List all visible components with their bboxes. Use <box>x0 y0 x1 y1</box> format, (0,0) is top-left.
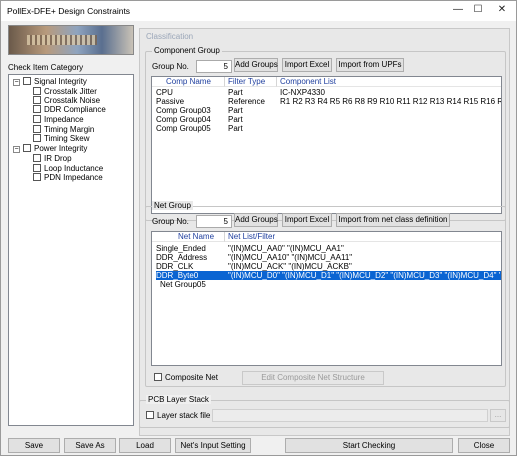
checkbox[interactable] <box>33 125 41 133</box>
pcb-layer-stack-box: PCB Layer Stack Layer stack file ... <box>139 395 510 428</box>
net-row-2-name[interactable]: DDR_CLK <box>156 262 224 271</box>
composite-net-checkbox[interactable] <box>154 373 162 381</box>
comp-group-no-label: Group No. <box>152 62 189 71</box>
browse-layer-stack-button[interactable]: ... <box>490 409 506 422</box>
net-import-class-definition-button[interactable]: Import from net class definition <box>336 213 450 227</box>
net-row-0-name[interactable]: Single_Ended <box>156 244 224 253</box>
window-title: PollEx-DFE+ Design Constraints <box>7 6 131 16</box>
comp-row-3-filter[interactable]: Part <box>228 115 276 124</box>
checkbox[interactable] <box>23 144 31 152</box>
comp-row-2-name[interactable]: Comp Group03 <box>156 106 222 115</box>
layer-stack-checkbox-row[interactable]: Layer stack file <box>146 411 210 421</box>
close-window-icon[interactable]: ✕ <box>495 4 509 15</box>
save-as-button[interactable]: Save As <box>64 438 116 453</box>
col-comp-name[interactable]: Comp Name <box>152 77 225 87</box>
tree-node-power-integrity[interactable]: − Power Integrity <box>13 144 87 154</box>
collapse-icon[interactable]: − <box>13 79 20 86</box>
close-button[interactable]: Close <box>458 438 510 453</box>
check-item-category-label: Check Item Category <box>8 63 84 72</box>
net-import-excel-button[interactable]: Import Excel <box>282 213 332 227</box>
minimize-icon[interactable]: — <box>451 4 465 15</box>
comp-row-0-list[interactable]: IC-NXP4330 <box>280 88 501 97</box>
comp-row-1-filter[interactable]: Reference <box>228 97 276 106</box>
checkbox[interactable] <box>33 173 41 181</box>
checkbox[interactable] <box>33 87 41 95</box>
comp-import-excel-button[interactable]: Import Excel <box>282 58 332 72</box>
checkbox[interactable] <box>23 77 31 85</box>
comp-row-4-name[interactable]: Comp Group05 <box>156 124 222 133</box>
component-table[interactable]: Comp Name Filter Type Component List CPU… <box>151 76 502 214</box>
composite-net-checkbox-row[interactable]: Composite Net <box>154 373 218 383</box>
net-add-groups-button[interactable]: Add Groups <box>234 213 278 227</box>
net-table[interactable]: Net Name Net List/Filter Single_Ended "(… <box>151 231 502 366</box>
checkbox[interactable] <box>33 134 41 142</box>
layer-stack-file-input[interactable] <box>212 409 488 422</box>
checkbox[interactable] <box>33 154 41 162</box>
checkbox[interactable] <box>33 164 41 172</box>
net-group-box: Net Group Group No. 5 Add Groups Import … <box>145 201 506 387</box>
comp-row-0-filter[interactable]: Part <box>228 88 276 97</box>
net-row-4-name[interactable]: Net Group05 <box>160 280 228 289</box>
maximize-icon[interactable]: ☐ <box>471 4 485 15</box>
component-group-box: Component Group Group No. 5 Add Groups I… <box>145 46 506 221</box>
load-button[interactable]: Load <box>119 438 171 453</box>
comp-row-3-name[interactable]: Comp Group04 <box>156 115 222 124</box>
net-row-0-list[interactable]: "(IN)MCU_AA0" "(IN)MCU_AA1" <box>228 244 500 253</box>
comp-row-4-filter[interactable]: Part <box>228 124 276 133</box>
col-component-list[interactable]: Component List <box>277 77 501 87</box>
comp-row-0-name[interactable]: CPU <box>156 88 222 97</box>
net-row-3-name[interactable]: DDR_Byte0 <box>156 271 224 280</box>
comp-import-upfs-button[interactable]: Import from UPFs <box>336 58 404 72</box>
design-constraints-window: PollEx-DFE+ Design Constraints — ☐ ✕ Che… <box>0 0 517 456</box>
net-row-2-list[interactable]: "(IN)MCU_ACK" "(IN)MCU_ACKB" <box>228 262 500 271</box>
title-bar: PollEx-DFE+ Design Constraints — ☐ ✕ <box>1 1 516 21</box>
checkbox[interactable] <box>33 105 41 113</box>
net-row-3-list[interactable]: "(IN)MCU_D0" "(IN)MCU_D1" "(IN)MCU_D2" "… <box>228 271 500 280</box>
nets-input-setting-button[interactable]: Net's Input Setting <box>175 438 251 453</box>
pcb-layer-stack-label: PCB Layer Stack <box>146 395 211 404</box>
comp-group-no-input[interactable]: 5 <box>196 60 232 73</box>
collapse-icon[interactable]: − <box>13 146 20 153</box>
tree-node-pdn-impedance[interactable]: PDN Impedance <box>33 173 103 183</box>
col-filter-type[interactable]: Filter Type <box>225 77 277 87</box>
net-row-1-list[interactable]: "(IN)MCU_AA10" "(IN)MCU_AA11" <box>228 253 500 262</box>
save-button[interactable]: Save <box>8 438 60 453</box>
edit-composite-net-button[interactable]: Edit Composite Net Structure <box>242 371 384 385</box>
classification-panel: Classification Component Group Group No.… <box>139 28 510 436</box>
component-group-label: Component Group <box>152 46 222 55</box>
layer-stack-checkbox[interactable] <box>146 411 154 419</box>
layer-stack-file-label: Layer stack file <box>157 411 211 420</box>
net-group-no-input[interactable]: 5 <box>196 215 232 228</box>
tree-node-timing-skew[interactable]: Timing Skew <box>33 134 90 144</box>
tree-node-signal-integrity[interactable]: − Signal Integrity <box>13 77 87 87</box>
col-net-list-filter[interactable]: Net List/Filter <box>225 232 501 242</box>
col-net-name[interactable]: Net Name <box>152 232 225 242</box>
classification-title: Classification <box>146 32 194 41</box>
checkbox[interactable] <box>33 96 41 104</box>
comp-row-2-filter[interactable]: Part <box>228 106 276 115</box>
check-item-tree[interactable]: − Signal Integrity Crosstalk Jitter Cross… <box>8 74 134 426</box>
tree-node-impedance[interactable]: Impedance <box>33 115 84 125</box>
tree-node-ir-drop[interactable]: IR Drop <box>33 154 72 164</box>
comp-row-1-name[interactable]: Passive <box>156 97 222 106</box>
checkbox[interactable] <box>33 115 41 123</box>
product-logo-image <box>8 25 134 55</box>
net-group-no-label: Group No. <box>152 217 189 226</box>
tree-node-ddr-compliance[interactable]: DDR Compliance <box>33 105 106 115</box>
net-row-1-name[interactable]: DDR_Address <box>156 253 224 262</box>
start-checking-button[interactable]: Start Checking <box>285 438 453 453</box>
net-group-label: Net Group <box>152 201 193 210</box>
comp-add-groups-button[interactable]: Add Groups <box>234 58 278 72</box>
comp-row-1-list[interactable]: R1 R2 R3 R4 R5 R6 R8 R9 R10 R11 R12 R13 … <box>280 97 501 106</box>
composite-net-label: Composite Net <box>165 373 218 382</box>
